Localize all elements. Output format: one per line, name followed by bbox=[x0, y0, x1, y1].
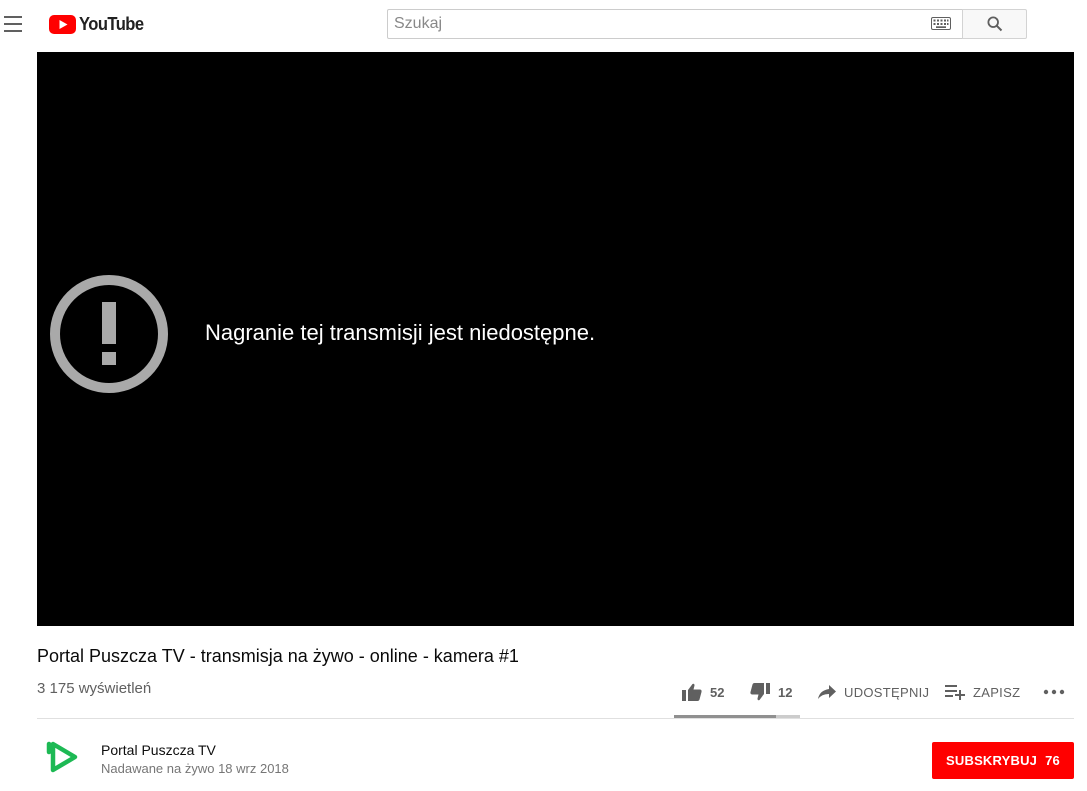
share-icon bbox=[818, 685, 836, 699]
playlist-add-icon bbox=[945, 685, 965, 700]
search-icon bbox=[986, 16, 1002, 32]
logo-text: YouTube bbox=[79, 13, 144, 34]
video-player[interactable]: Nagranie tej transmisji jest niedostępne… bbox=[37, 52, 1074, 626]
dislike-count: 12 bbox=[778, 684, 793, 700]
subscriber-count: 76 bbox=[1045, 753, 1060, 768]
share-button[interactable]: UDOSTĘPNIJ bbox=[818, 680, 929, 704]
share-label: UDOSTĘPNIJ bbox=[844, 684, 930, 700]
like-button[interactable]: 52 bbox=[682, 680, 724, 704]
more-actions-button[interactable] bbox=[1043, 680, 1065, 704]
error-icon bbox=[50, 275, 168, 393]
channel-name[interactable]: Portal Puszcza TV bbox=[101, 742, 216, 758]
save-button[interactable]: ZAPISZ bbox=[945, 680, 1020, 704]
menu-icon[interactable] bbox=[4, 14, 24, 34]
search-input[interactable] bbox=[388, 10, 930, 38]
video-title: Portal Puszcza TV - transmisja na żywo -… bbox=[37, 646, 519, 666]
view-count: 3 175 wyświetleń bbox=[37, 680, 152, 697]
subscribe-button[interactable]: SUBSKRYBUJ 76 bbox=[932, 742, 1074, 779]
youtube-logo-icon bbox=[49, 14, 76, 34]
publish-date: Nadawane na żywo 18 wrz 2018 bbox=[101, 761, 289, 776]
youtube-logo[interactable]: YouTube bbox=[49, 13, 149, 35]
dislike-button[interactable]: 12 bbox=[750, 680, 792, 704]
more-icon bbox=[1043, 689, 1065, 695]
subscribe-label: SUBSKRYBUJ bbox=[946, 753, 1038, 768]
divider bbox=[37, 718, 1074, 719]
search-button[interactable] bbox=[962, 9, 1027, 39]
channel-avatar-icon[interactable] bbox=[45, 740, 81, 776]
search-box bbox=[387, 9, 963, 39]
error-message: Nagranie tej transmisji jest niedostępne… bbox=[205, 320, 596, 345]
thumb-down-icon bbox=[750, 683, 770, 701]
thumb-up-icon bbox=[682, 683, 702, 701]
like-count: 52 bbox=[710, 684, 725, 700]
masthead: YouTube bbox=[0, 0, 1087, 52]
scrollbar[interactable] bbox=[1076, 52, 1087, 791]
keyboard-icon[interactable] bbox=[931, 17, 951, 30]
save-label: ZAPISZ bbox=[973, 684, 1021, 700]
